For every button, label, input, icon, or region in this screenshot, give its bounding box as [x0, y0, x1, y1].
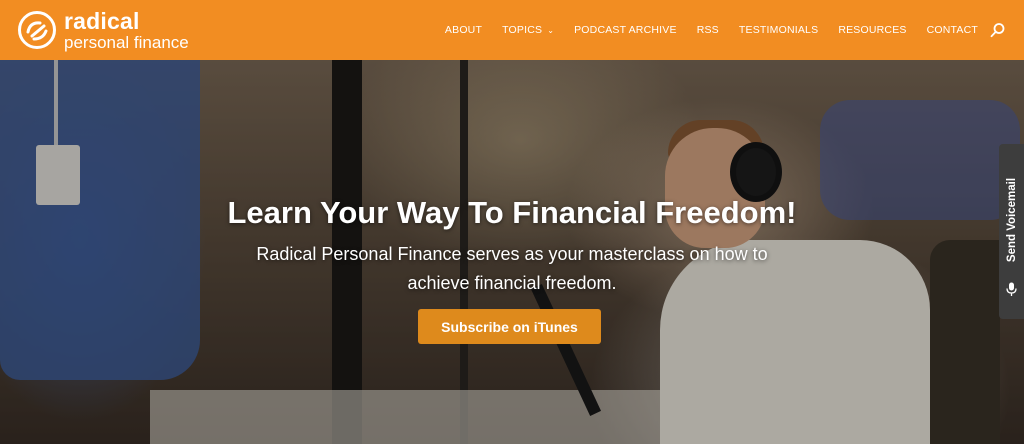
nav-about[interactable]: ABOUT: [445, 24, 482, 36]
send-voicemail-tab[interactable]: Send Voicemail: [999, 144, 1024, 319]
hero-subtitle: Radical Personal Finance serves as your …: [256, 244, 768, 293]
headphones-icon: [730, 142, 782, 202]
nav-testimonials-label: TESTIMONIALS: [738, 24, 819, 36]
nav-resources-label: RESOURCES: [838, 24, 907, 36]
send-voicemail-label: Send Voicemail: [1005, 177, 1018, 262]
nav-podcast-archive[interactable]: PODCAST ARCHIVE: [574, 24, 677, 36]
nav-rss[interactable]: RSS: [697, 24, 719, 36]
nav-about-label: ABOUT: [444, 24, 483, 36]
hero-photo-lanyard: [54, 60, 58, 148]
hero-photo-mic-stand: [530, 284, 602, 416]
nav-topics-label: TOPICS: [502, 24, 543, 36]
chevron-down-icon: ⌄: [547, 25, 555, 35]
nav-topics[interactable]: TOPICS ⌄: [502, 24, 554, 36]
nav-rss-label: RSS: [696, 24, 719, 36]
search-icon[interactable]: [990, 22, 1006, 38]
microphone-icon: [1006, 282, 1017, 296]
nav-resources[interactable]: RESOURCES: [838, 24, 906, 36]
nav-testimonials[interactable]: TESTIMONIALS: [739, 24, 818, 36]
hero-section: Learn Your Way To Financial Freedom! Rad…: [0, 60, 1024, 444]
logo-line1: radical: [64, 7, 140, 34]
nav-podcast-archive-label: PODCAST ARCHIVE: [574, 24, 677, 36]
logo-icon: [18, 11, 56, 49]
hero-photo-chair: [930, 240, 1000, 444]
hero-title: Learn Your Way To Financial Freedom!: [227, 195, 797, 230]
logo-line2: personal finance: [64, 32, 189, 52]
hero-photo-host-hair: [668, 120, 764, 160]
hero-photo-table: [150, 390, 710, 444]
logo-text: radical personal finance: [64, 7, 189, 52]
site-logo[interactable]: radical personal finance: [18, 7, 189, 52]
main-nav: ABOUT TOPICS ⌄ PODCAST ARCHIVE RSS TESTIM…: [425, 0, 978, 60]
nav-contact[interactable]: CONTACT: [927, 24, 978, 36]
nav-contact-label: CONTACT: [926, 24, 978, 36]
site-header: radical personal finance ABOUT TOPICS ⌄ P…: [0, 0, 1024, 60]
subscribe-itunes-button[interactable]: Subscribe on iTunes: [418, 309, 601, 344]
